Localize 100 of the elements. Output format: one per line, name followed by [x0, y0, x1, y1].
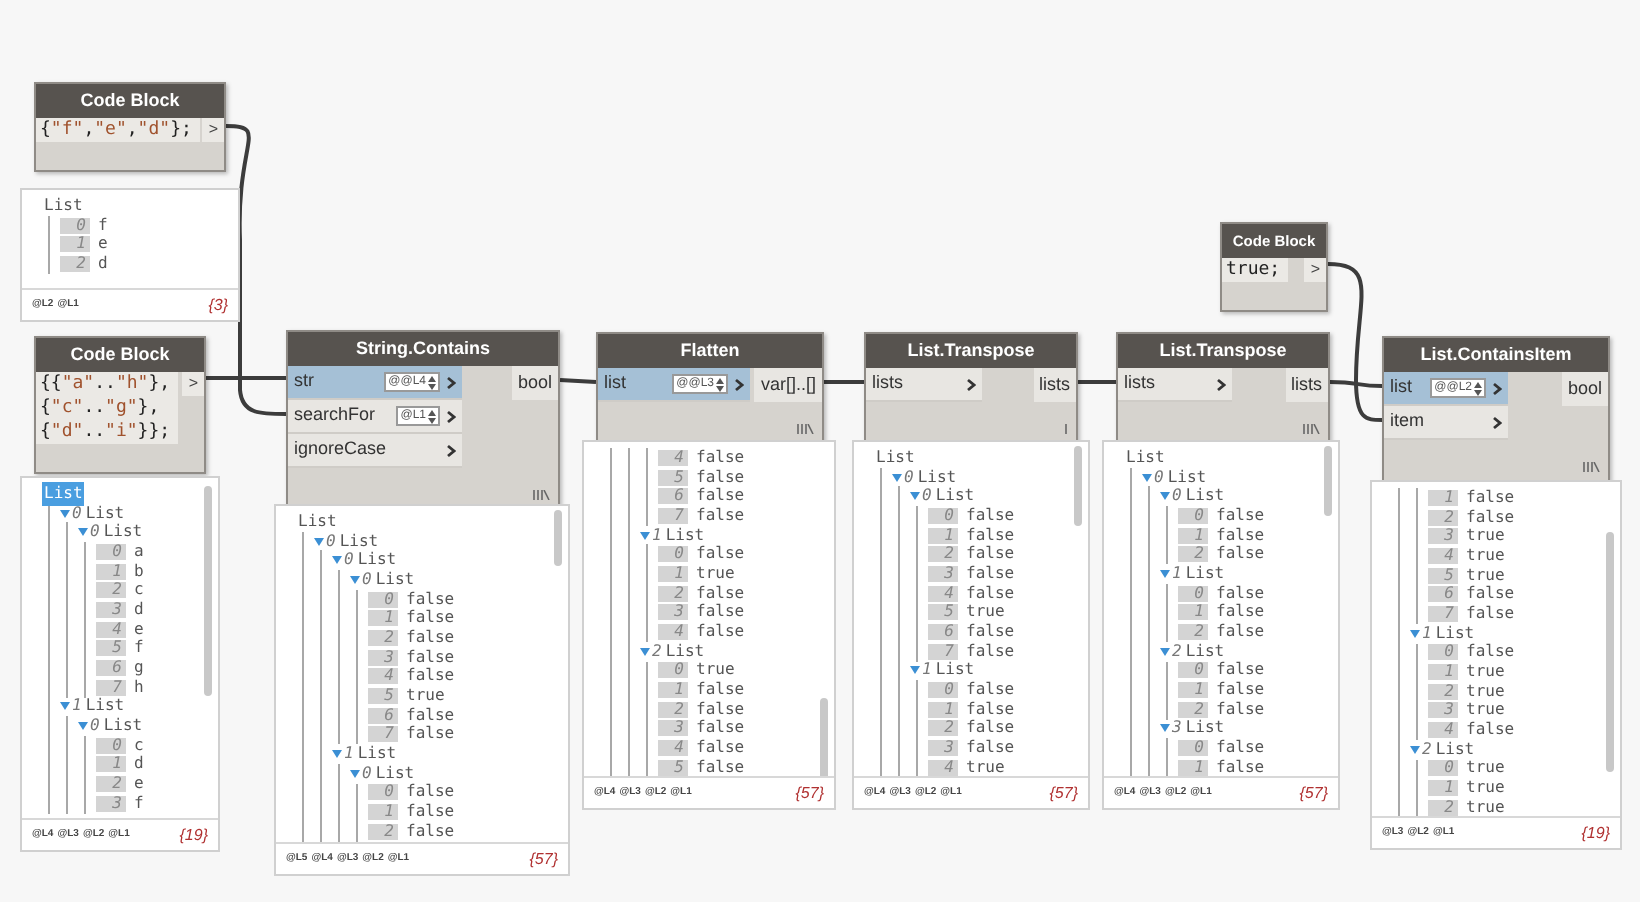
node-card[interactable]: List.Transpose lists lists: [1116, 332, 1330, 444]
caret-icon[interactable]: [1160, 569, 1170, 578]
list-label[interactable]: List: [101, 714, 145, 739]
index-label: 7: [1428, 605, 1458, 622]
caret-icon[interactable]: [78, 722, 88, 731]
scrollbar[interactable]: [204, 486, 212, 696]
caret-icon[interactable]: [910, 666, 920, 675]
index-label: 1: [1422, 621, 1432, 646]
index-label: 5: [1428, 567, 1458, 584]
caret-icon[interactable]: [1410, 629, 1420, 638]
caret-icon[interactable]: [1410, 745, 1420, 754]
input-port[interactable]: item: [1384, 406, 1508, 440]
list-label[interactable]: List: [874, 445, 917, 470]
list-label[interactable]: List: [663, 639, 707, 664]
index-label: 2: [658, 701, 688, 718]
output-port[interactable]: >: [202, 118, 224, 142]
lacing-icon[interactable]: [1302, 424, 1320, 434]
output-port[interactable]: lists: [1033, 368, 1076, 402]
value-text: false: [406, 819, 455, 842]
list-label[interactable]: List: [337, 529, 381, 554]
value-text: false: [1466, 485, 1515, 509]
index-label: 0: [368, 784, 398, 801]
output-port[interactable]: >: [182, 372, 204, 396]
scrollbar[interactable]: [1324, 446, 1332, 516]
caret-icon[interactable]: [640, 531, 650, 540]
port-label: lists: [872, 370, 905, 397]
index-label: 3: [96, 601, 126, 618]
value-text: false: [406, 703, 455, 725]
node-card[interactable]: Code Block {{"a".."h"}, {"c".."g"}, {"d".."i"}}; >: [34, 336, 206, 474]
list-label[interactable]: List: [1433, 621, 1477, 646]
list-label[interactable]: List: [915, 465, 959, 490]
node-card[interactable]: Code Block {"f","e","d"}; >: [34, 82, 226, 172]
list-label[interactable]: List: [373, 567, 417, 592]
lacing-icon[interactable]: [1582, 462, 1600, 472]
code-line[interactable]: {"c".."g"},: [40, 396, 171, 420]
list-label[interactable]: List: [355, 742, 399, 767]
code-line[interactable]: {"d".."i"}};: [40, 420, 171, 444]
list-label[interactable]: List: [1183, 639, 1227, 664]
spinner-icon[interactable]: [716, 377, 724, 391]
code-line[interactable]: {{"a".."h"},: [40, 372, 171, 396]
list-label[interactable]: List: [83, 694, 127, 719]
value-text: true: [1466, 679, 1505, 702]
list-label[interactable]: List: [101, 520, 145, 545]
value-text: a: [134, 539, 144, 563]
caret-icon[interactable]: [1160, 647, 1170, 656]
list-label[interactable]: List: [1124, 445, 1167, 470]
spinner-icon[interactable]: [428, 375, 436, 389]
scrollbar[interactable]: [1074, 446, 1082, 526]
list-label[interactable]: List: [42, 193, 85, 218]
value-text: false: [966, 581, 1015, 604]
lacing-icon[interactable]: [796, 424, 814, 434]
value-text: g: [134, 656, 144, 679]
value-text: false: [1216, 523, 1265, 545]
value-text: false: [696, 697, 745, 719]
input-port[interactable]: lists: [1118, 368, 1232, 402]
node-title: List.ContainsItem: [1384, 338, 1608, 372]
list-label[interactable]: List: [933, 484, 977, 509]
scrollbar[interactable]: [554, 510, 562, 566]
value-text: f: [134, 636, 144, 661]
caret-icon[interactable]: [640, 647, 650, 656]
list-label[interactable]: List: [373, 761, 417, 786]
value-text: false: [696, 542, 745, 566]
list-label[interactable]: List: [1433, 737, 1477, 762]
index-label: 3: [1428, 528, 1458, 545]
list-label[interactable]: List: [1183, 561, 1227, 586]
list-label[interactable]: List: [355, 548, 399, 573]
item-count: {57}: [529, 847, 558, 871]
value-text: false: [1216, 658, 1265, 681]
index-label: 2: [1178, 546, 1208, 563]
lacing-icon[interactable]: [532, 490, 550, 500]
value-text: true: [1466, 543, 1505, 568]
list-label[interactable]: List: [663, 523, 707, 548]
caret-icon[interactable]: [60, 702, 70, 711]
list-label[interactable]: List: [83, 501, 127, 526]
scrollbar[interactable]: [820, 698, 828, 776]
value-text: false: [406, 606, 455, 629]
output-port[interactable]: lists: [1285, 368, 1328, 402]
list-label[interactable]: List: [1183, 484, 1227, 509]
output-port[interactable]: >: [1304, 258, 1326, 282]
index-label: 4: [658, 624, 688, 641]
index-label: 4: [928, 759, 958, 776]
input-port[interactable]: ignoreCase: [288, 434, 462, 468]
list-label[interactable]: List: [933, 658, 977, 683]
scrollbar[interactable]: [1606, 532, 1614, 772]
output-port[interactable]: bool: [1561, 372, 1608, 406]
index-label: 1: [1428, 664, 1458, 681]
output-port[interactable]: var[]..[]: [754, 368, 822, 402]
index-label: 1: [1178, 682, 1208, 699]
spinner-icon[interactable]: [1474, 381, 1482, 395]
list-label[interactable]: List: [1165, 465, 1209, 490]
spinner-icon[interactable]: [428, 409, 436, 423]
input-port[interactable]: lists: [866, 368, 982, 402]
list-label[interactable]: List: [1183, 716, 1227, 741]
output-port[interactable]: bool: [511, 366, 558, 400]
index-label: 2: [1428, 799, 1458, 816]
value-text: false: [406, 800, 455, 823]
list-label[interactable]: List: [296, 509, 339, 534]
index-label: 1: [368, 610, 398, 627]
node-card[interactable]: List.Transpose lists lists: [864, 332, 1078, 444]
caret-icon[interactable]: [1160, 724, 1170, 733]
